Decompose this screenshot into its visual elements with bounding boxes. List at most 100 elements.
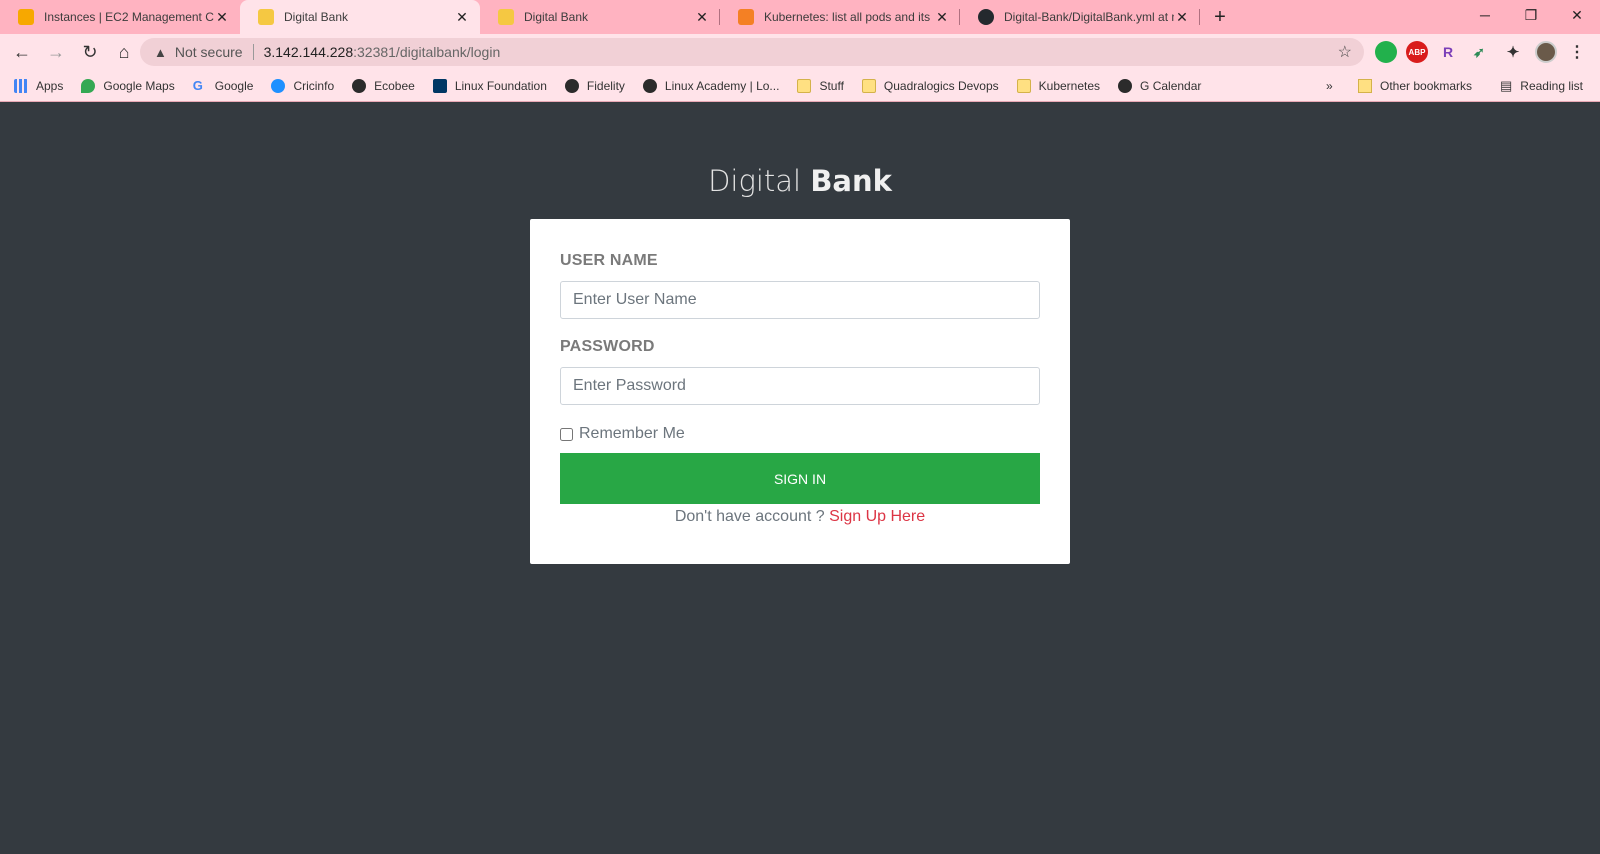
bird-extension-icon[interactable]: ➶ — [1468, 41, 1490, 63]
close-tab-icon[interactable]: ✕ — [214, 9, 230, 25]
tab-kubernetes-stackoverflow[interactable]: Kubernetes: list all pods and its n ✕ — [720, 0, 960, 34]
bookmark-label: Kubernetes — [1038, 78, 1101, 93]
tab-title: Kubernetes: list all pods and its n — [764, 10, 934, 24]
tab-strip: Instances | EC2 Management Con ✕ Digital… — [0, 0, 1600, 34]
profile-avatar-icon[interactable] — [1535, 41, 1557, 63]
tab-title: Digital Bank — [524, 10, 589, 24]
close-window-button[interactable]: ✕ — [1554, 0, 1600, 30]
bookmark-star-icon[interactable]: ☆ — [1338, 42, 1352, 62]
aws-favicon-icon — [18, 9, 34, 25]
username-input[interactable] — [560, 281, 1040, 319]
globe-icon — [642, 78, 657, 93]
bookmark-label: Quadralogics Devops — [883, 78, 999, 93]
bookmark-linux-foundation[interactable]: Linux Foundation — [432, 78, 547, 93]
address-divider — [252, 44, 254, 60]
stackoverflow-favicon-icon — [738, 9, 754, 25]
close-tab-icon[interactable]: ✕ — [934, 9, 950, 25]
bookmarks-bar: Apps Google Maps G Google Cricinfo Ecobe… — [0, 70, 1600, 102]
folder-icon — [797, 78, 812, 93]
bookmark-linux-academy[interactable]: Linux Academy | Lo... — [642, 78, 780, 93]
linux-foundation-icon — [432, 78, 447, 93]
tab-ec2-instances[interactable]: Instances | EC2 Management Con ✕ — [0, 0, 240, 34]
bookmark-google-maps[interactable]: Google Maps — [81, 78, 175, 93]
bookmark-label: Apps — [36, 78, 64, 93]
puzzle-extensions-icon[interactable]: ✦ — [1502, 41, 1524, 63]
folder-icon — [861, 78, 876, 93]
password-label: PASSWORD — [560, 338, 655, 355]
remember-me-checkbox[interactable] — [560, 427, 573, 441]
security-status[interactable]: Not secure — [175, 44, 243, 60]
tab-github-digitalbank-yml[interactable]: Digital-Bank/DigitalBank.yml at n ✕ — [960, 0, 1200, 34]
globe-icon — [564, 78, 579, 93]
forward-arrow-icon[interactable]: → — [40, 36, 72, 68]
cricinfo-icon — [271, 78, 286, 93]
globe-icon — [1118, 78, 1133, 93]
signup-prompt: Don't have account ? — [674, 508, 825, 525]
folder-icon — [1016, 78, 1031, 93]
url-host: 3.142.144.228 — [263, 44, 354, 60]
folder-icon — [1358, 79, 1372, 93]
tab-separator — [1199, 9, 1200, 25]
bookmark-ecobee[interactable]: Ecobee — [352, 78, 415, 93]
bookmark-fidelity[interactable]: Fidelity — [564, 78, 625, 93]
apps-grid-icon — [14, 78, 28, 93]
back-arrow-icon[interactable]: ← — [6, 36, 38, 68]
brand-bold: Bank — [810, 164, 892, 198]
bookmark-label: Other bookmarks — [1380, 79, 1473, 93]
username-label: USER NAME — [560, 252, 658, 269]
page-title: Digital Bank — [0, 164, 1600, 198]
bookmark-label: Stuff — [819, 78, 844, 93]
bookmark-label: Google — [214, 78, 254, 93]
warning-icon[interactable]: ▲ — [154, 45, 167, 60]
new-tab-button[interactable]: + — [1200, 0, 1240, 34]
sign-in-button[interactable]: SIGN IN — [560, 453, 1040, 504]
tab-title: Digital-Bank/DigitalBank.yml at n — [1004, 10, 1174, 24]
reload-icon[interactable]: ↻ — [74, 36, 106, 68]
bookmark-folder-kubernetes[interactable]: Kubernetes — [1016, 78, 1101, 93]
home-icon[interactable]: ⌂ — [108, 36, 140, 68]
tab-digital-bank[interactable]: Digital Bank ✕ — [480, 0, 720, 34]
bookmark-label: Ecobee — [374, 78, 415, 93]
close-tab-icon[interactable]: ✕ — [1174, 9, 1190, 25]
bookmark-label: G Calendar — [1140, 78, 1202, 93]
close-tab-icon[interactable]: ✕ — [694, 9, 710, 25]
bookmark-cricinfo[interactable]: Cricinfo — [271, 78, 334, 93]
globe-icon — [352, 78, 367, 93]
reading-list-icon: ▤ — [1500, 78, 1513, 93]
restore-window-button[interactable]: ❐ — [1508, 0, 1554, 30]
tab-title: Instances | EC2 Management Con — [44, 10, 214, 24]
reading-list-button[interactable]: ▤ Reading list — [1500, 70, 1583, 102]
kebab-menu-icon[interactable]: ⋮ — [1566, 41, 1588, 63]
login-card: USER NAME PASSWORD Remember Me SIGN IN D… — [530, 219, 1070, 564]
remember-me-label: Remember Me — [579, 425, 685, 442]
digital-bank-favicon-icon — [258, 9, 274, 25]
bookmark-g-calendar[interactable]: G Calendar — [1118, 78, 1202, 93]
bookmark-google[interactable]: G Google — [192, 77, 254, 93]
bookmark-label: Linux Foundation — [454, 78, 547, 93]
other-bookmarks-folder[interactable]: Other bookmarks — [1358, 70, 1472, 102]
bookmarks-overflow-button[interactable]: » — [1326, 70, 1333, 102]
remember-me[interactable]: Remember Me — [560, 425, 685, 443]
password-input[interactable] — [560, 367, 1040, 405]
minimize-window-button[interactable]: ─ — [1462, 0, 1508, 30]
github-favicon-icon — [978, 9, 994, 25]
bookmark-label: Linux Academy | Lo... — [664, 78, 780, 93]
r-extension-icon[interactable]: R — [1437, 41, 1459, 63]
bookmark-label: Google Maps — [103, 78, 175, 93]
url-path: :32381/digitalbank/login — [353, 44, 501, 60]
tab-digital-bank-active[interactable]: Digital Bank ✕ — [240, 0, 480, 34]
close-tab-icon[interactable]: ✕ — [454, 9, 470, 25]
sign-up-link[interactable]: Sign Up Here — [829, 508, 925, 525]
bookmark-folder-quadralogics[interactable]: Quadralogics Devops — [861, 78, 999, 93]
brand-light: Digital — [708, 164, 802, 198]
address-bar[interactable]: ▲ Not secure 3.142.144.228 :32381/digita… — [140, 38, 1364, 66]
google-g-icon: G — [192, 77, 203, 93]
signup-row: Don't have account ? Sign Up Here — [530, 508, 1070, 526]
green-extension-icon[interactable] — [1375, 41, 1397, 63]
bookmark-apps[interactable]: Apps — [14, 78, 64, 93]
bookmark-folder-stuff[interactable]: Stuff — [797, 78, 844, 93]
bookmark-label: Fidelity — [586, 78, 625, 93]
browser-toolbar: ← → ↻ ⌂ ▲ Not secure 3.142.144.228 :3238… — [0, 34, 1600, 70]
adblock-plus-icon[interactable]: ABP — [1406, 41, 1428, 63]
tab-title: Digital Bank — [284, 10, 349, 24]
